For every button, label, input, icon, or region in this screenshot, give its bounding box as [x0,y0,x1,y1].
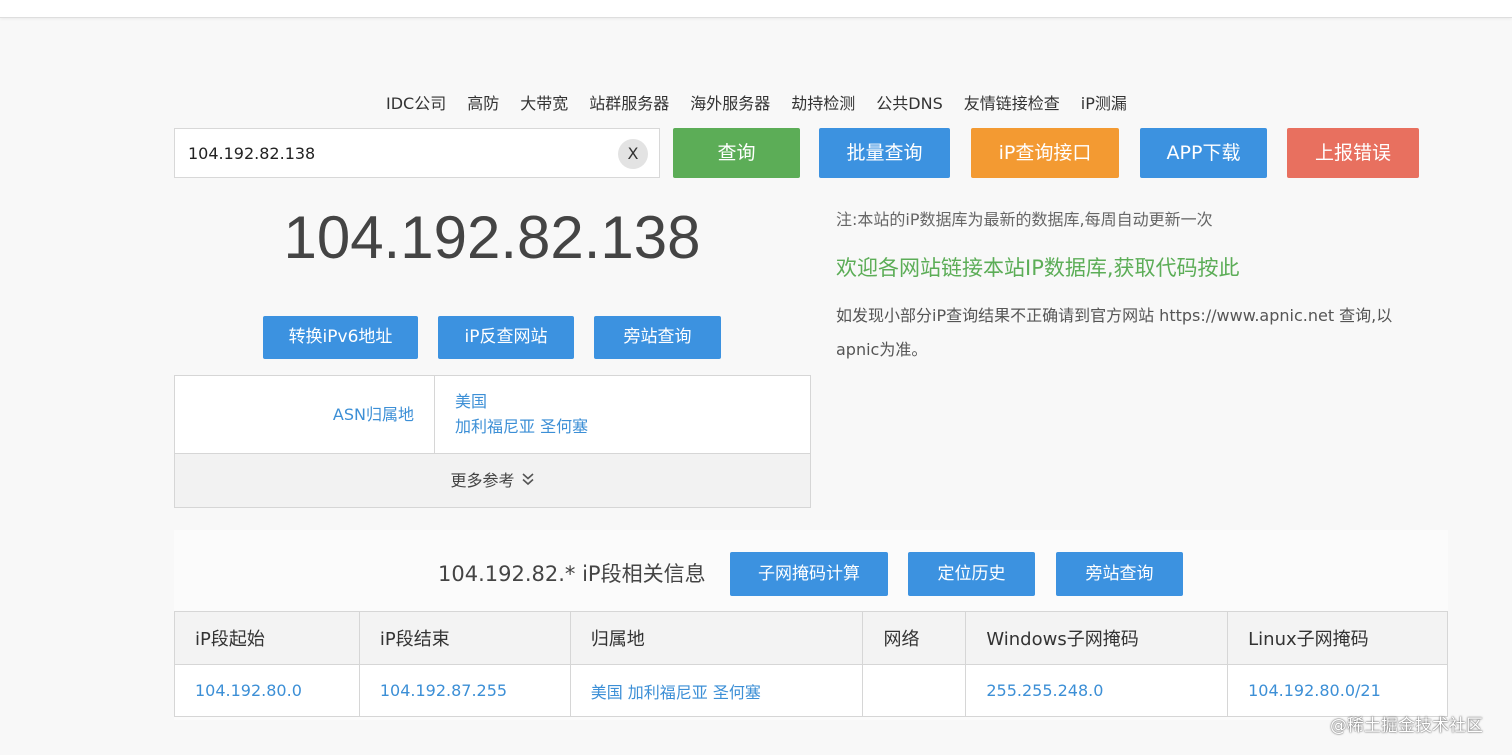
asn-label[interactable]: ASN归属地 [175,376,435,453]
cell-windows-mask[interactable]: 255.255.248.0 [965,664,1229,717]
asn-country[interactable]: 美国 [455,389,588,414]
side-site-button[interactable]: 旁站查询 [594,316,721,359]
cell-linux-mask[interactable]: 104.192.80.0/21 [1227,664,1448,717]
col-end: iP段结束 [358,611,571,665]
segment-side-site-button[interactable]: 旁站查询 [1056,552,1183,596]
nav-idc[interactable]: IDC公司 [386,90,446,114]
nav-hijack[interactable]: 劫持检测 [791,90,855,114]
asn-table: ASN归属地 美国 加利福尼亚 圣何塞 更多参考 [174,375,811,508]
ipv6-convert-button[interactable]: 转换iPv6地址 [263,316,418,359]
cell-end[interactable]: 104.192.87.255 [358,664,571,717]
asn-row: ASN归属地 美国 加利福尼亚 圣何塞 [175,376,810,453]
more-reference-toggle[interactable]: 更多参考 [175,453,810,507]
app-download-button[interactable]: APP下载 [1140,128,1267,178]
link-invite[interactable]: 欢迎各网站链接本站IP数据库,获取代码按此 [836,253,1436,283]
cell-start[interactable]: 104.192.80.0 [174,664,360,717]
query-button[interactable]: 查询 [673,128,800,178]
location-history-button[interactable]: 定位历史 [908,552,1035,596]
asn-value: 美国 加利福尼亚 圣何塞 [455,389,588,439]
chevron-double-down-icon [521,455,535,509]
nav-bandwidth[interactable]: 大带宽 [520,90,568,114]
col-windows-mask: Windows子网掩码 [965,611,1229,665]
watermark: @稀土掘金技术社区 [1330,716,1483,736]
nav-dns[interactable]: 公共DNS [876,90,942,114]
table-row: 104.192.80.0 104.192.87.255 美国 加利福尼亚 圣何塞… [174,664,1448,717]
ip-search-input[interactable] [175,129,605,177]
segment-title: 104.192.82.* iP段相关信息 [438,562,706,586]
top-nav: IDC公司 高防 大带宽 站群服务器 海外服务器 劫持检测 公共DNS 友情链接… [386,90,1148,114]
nav-station-group[interactable]: 站群服务器 [589,90,669,114]
nav-overseas[interactable]: 海外服务器 [690,90,770,114]
report-error-button[interactable]: 上报错误 [1287,128,1419,178]
top-bar [0,0,1512,18]
search-box: X [174,128,660,178]
batch-query-button[interactable]: 批量查询 [819,128,950,178]
col-linux-mask: Linux子网掩码 [1227,611,1448,665]
nav-ip-leak[interactable]: iP测漏 [1081,90,1127,114]
col-network: 网络 [862,611,967,665]
ip-api-button[interactable]: iP查询接口 [971,128,1119,178]
apnic-note: 如发现小部分iP查询结果不正确请到官方网站 https://www.apnic.… [836,306,1393,359]
asn-region[interactable]: 加利福尼亚 圣何塞 [455,414,588,439]
nav-gaofang[interactable]: 高防 [467,90,499,114]
cell-location[interactable]: 美国 加利福尼亚 圣何塞 [569,664,864,717]
subnet-calc-button[interactable]: 子网掩码计算 [730,552,888,596]
queried-ip: 104.192.82.138 [283,204,701,271]
col-start: iP段起始 [174,611,360,665]
more-reference-label: 更多参考 [450,471,515,490]
clear-icon[interactable]: X [618,139,648,169]
segment-table: iP段起始 iP段结束 归属地 网络 Windows子网掩码 Linux子网掩码… [174,611,1448,717]
col-location: 归属地 [569,611,864,665]
notes: 注:本站的iP数据库为最新的数据库,每周自动更新一次 欢迎各网站链接本站IP数据… [836,207,1436,367]
cell-network [862,664,967,717]
table-header-row: iP段起始 iP段结束 归属地 网络 Windows子网掩码 Linux子网掩码 [174,611,1448,665]
db-update-note: 注:本站的iP数据库为最新的数据库,每周自动更新一次 [836,210,1213,229]
nav-link-check[interactable]: 友情链接检查 [964,90,1060,114]
reverse-ip-button[interactable]: iP反查网站 [438,316,574,359]
